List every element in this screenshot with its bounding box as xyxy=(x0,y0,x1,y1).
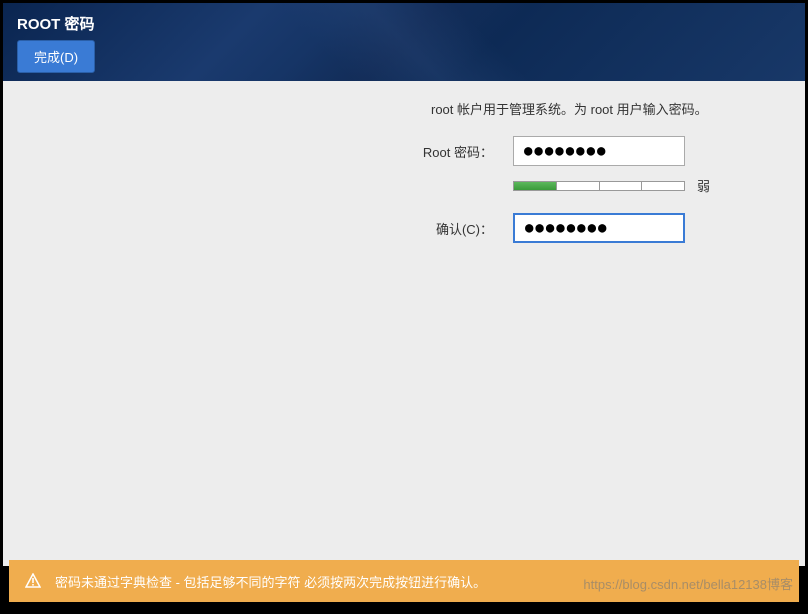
strength-segment-3 xyxy=(600,182,643,190)
strength-segment-4 xyxy=(642,182,684,190)
strength-indicator-row: 弱 xyxy=(513,176,785,195)
confirm-label: 确认(C)： xyxy=(23,219,513,238)
confirm-row: 确认(C)： xyxy=(23,213,785,243)
form-description: root 帐户用于管理系统。为 root 用户输入密码。 xyxy=(431,99,785,118)
watermark-text: https://blog.csdn.net/bella12138博客 xyxy=(583,574,793,593)
header-bar: ROOT 密码 完成(D) xyxy=(3,3,805,81)
confirm-password-input[interactable] xyxy=(513,213,685,243)
warning-triangle-icon xyxy=(25,573,41,589)
done-button[interactable]: 完成(D) xyxy=(17,40,95,73)
password-row: Root 密码： xyxy=(23,136,785,166)
content-area: root 帐户用于管理系统。为 root 用户输入密码。 Root 密码： 弱 … xyxy=(3,81,805,566)
warning-message: 密码未通过字典检查 - 包括足够不同的字符 必须按两次完成按钮进行确认。 xyxy=(55,572,486,591)
strength-label: 弱 xyxy=(697,176,710,195)
strength-segment-1 xyxy=(514,182,557,190)
password-label: Root 密码： xyxy=(23,142,513,161)
page-title: ROOT 密码 xyxy=(17,13,791,34)
root-password-input[interactable] xyxy=(513,136,685,166)
password-strength-bar xyxy=(513,181,685,191)
strength-segment-2 xyxy=(557,182,600,190)
